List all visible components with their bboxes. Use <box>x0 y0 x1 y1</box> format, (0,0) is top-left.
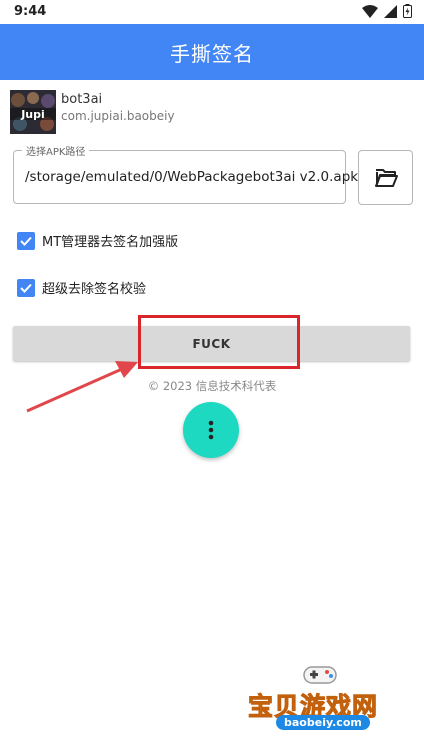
annotation-arrow-icon <box>26 361 138 413</box>
gamepad-icon <box>303 666 337 684</box>
more-vert-icon <box>208 420 214 440</box>
screen: 9:44 手撕签名 Jupi bot3ai com.jupiai.baobeiy… <box>0 0 424 753</box>
more-options-fab[interactable] <box>183 402 239 458</box>
watermark-url: baobeiy.com <box>276 715 370 730</box>
watermark: 宝贝游戏网 baobeiy.com <box>247 655 398 745</box>
copyright: © 2023 信息技术科代表 <box>147 379 277 393</box>
